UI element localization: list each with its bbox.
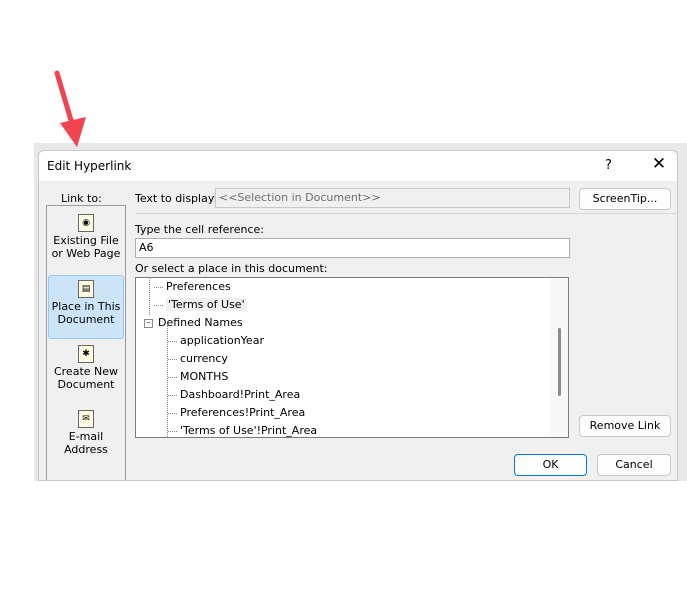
item-label: Document [57,378,115,391]
close-button[interactable]: ✕ [647,154,671,174]
item-label: or Web Page [51,247,121,260]
tree-item-name[interactable]: Dashboard!Print_Area [168,386,300,404]
item-label: Place in This [51,300,121,313]
link-to-label: Link to: [61,192,102,205]
item-label: Create New [53,365,119,378]
tree-item-sheet[interactable]: 'Terms of Use' [154,296,247,314]
remove-link-button[interactable]: Remove Link [579,415,671,437]
tree-item-name[interactable]: applicationYear [168,332,264,350]
link-to-panel: ◉ Existing File or Web Page ▤ Place in T… [46,205,126,480]
edit-hyperlink-dialog: Edit Hyperlink ? ✕ Link to: ◉ Existing F… [38,150,678,481]
link-to-place-in-document[interactable]: ▤ Place in This Document [48,275,124,339]
help-button[interactable]: ? [605,158,612,173]
place-in-document-icon: ▤ [78,280,94,298]
scrollbar-thumb[interactable] [558,328,561,396]
tree-node-defined-names[interactable]: – Defined Names [144,314,243,332]
link-to-email-address[interactable]: ✉ E-mail Address [48,406,124,470]
tree-item-name[interactable]: currency [168,350,228,368]
tree-item-name[interactable]: Preferences!Print_Area [168,404,305,422]
divider [135,213,677,214]
tree-item-label: 'Terms of Use'!Print_Area [180,424,318,437]
email-icon: ✉ [78,410,94,428]
web-page-icon: ◉ [78,214,94,232]
tree-item-label: 'Terms of Use' [166,298,247,311]
text-to-display-input[interactable]: <<Selection in Document>> [215,188,570,208]
title-bar: Edit Hyperlink ? ✕ [39,151,677,181]
tree-item-label: Preferences!Print_Area [180,406,306,419]
tree-item-name[interactable]: 'Terms of Use'!Print_Area [168,422,318,437]
tree-item-label: Dashboard!Print_Area [180,388,301,401]
tree-item-label: currency [180,352,228,365]
vertical-scrollbar[interactable] [550,278,568,437]
tree-item-sheet[interactable]: Preferences [154,278,231,296]
tree-item-label: applicationYear [180,334,264,347]
item-label: Address [64,443,108,456]
place-label: Or select a place in this document: [135,262,328,275]
tree-item-label: Preferences [166,280,231,293]
tree-item-name[interactable]: MONTHS [168,368,228,386]
tree-item-label: Defined Names [158,316,243,329]
link-to-create-new-document[interactable]: ✱ Create New Document [48,341,124,405]
link-to-existing-file[interactable]: ◉ Existing File or Web Page [48,210,124,274]
screentip-button[interactable]: ScreenTip... [579,188,671,210]
text-to-display-label: Text to display: [135,192,218,205]
place-tree: Preferences 'Terms of Use' – Defined Name… [135,277,569,438]
cell-reference-label: Type the cell reference: [135,223,264,236]
cell-reference-input[interactable]: A6 [135,238,570,258]
tree-item-label: MONTHS [180,370,229,383]
dialog-title: Edit Hyperlink [47,159,132,173]
cancel-button[interactable]: Cancel [597,454,671,476]
item-label: E-mail [68,430,104,443]
ok-button[interactable]: OK [514,454,587,476]
new-document-icon: ✱ [78,345,94,363]
annotation-arrow-icon [54,70,86,147]
collapse-icon[interactable]: – [144,318,153,328]
item-label: Existing File [53,234,119,247]
item-label: Document [57,313,115,326]
